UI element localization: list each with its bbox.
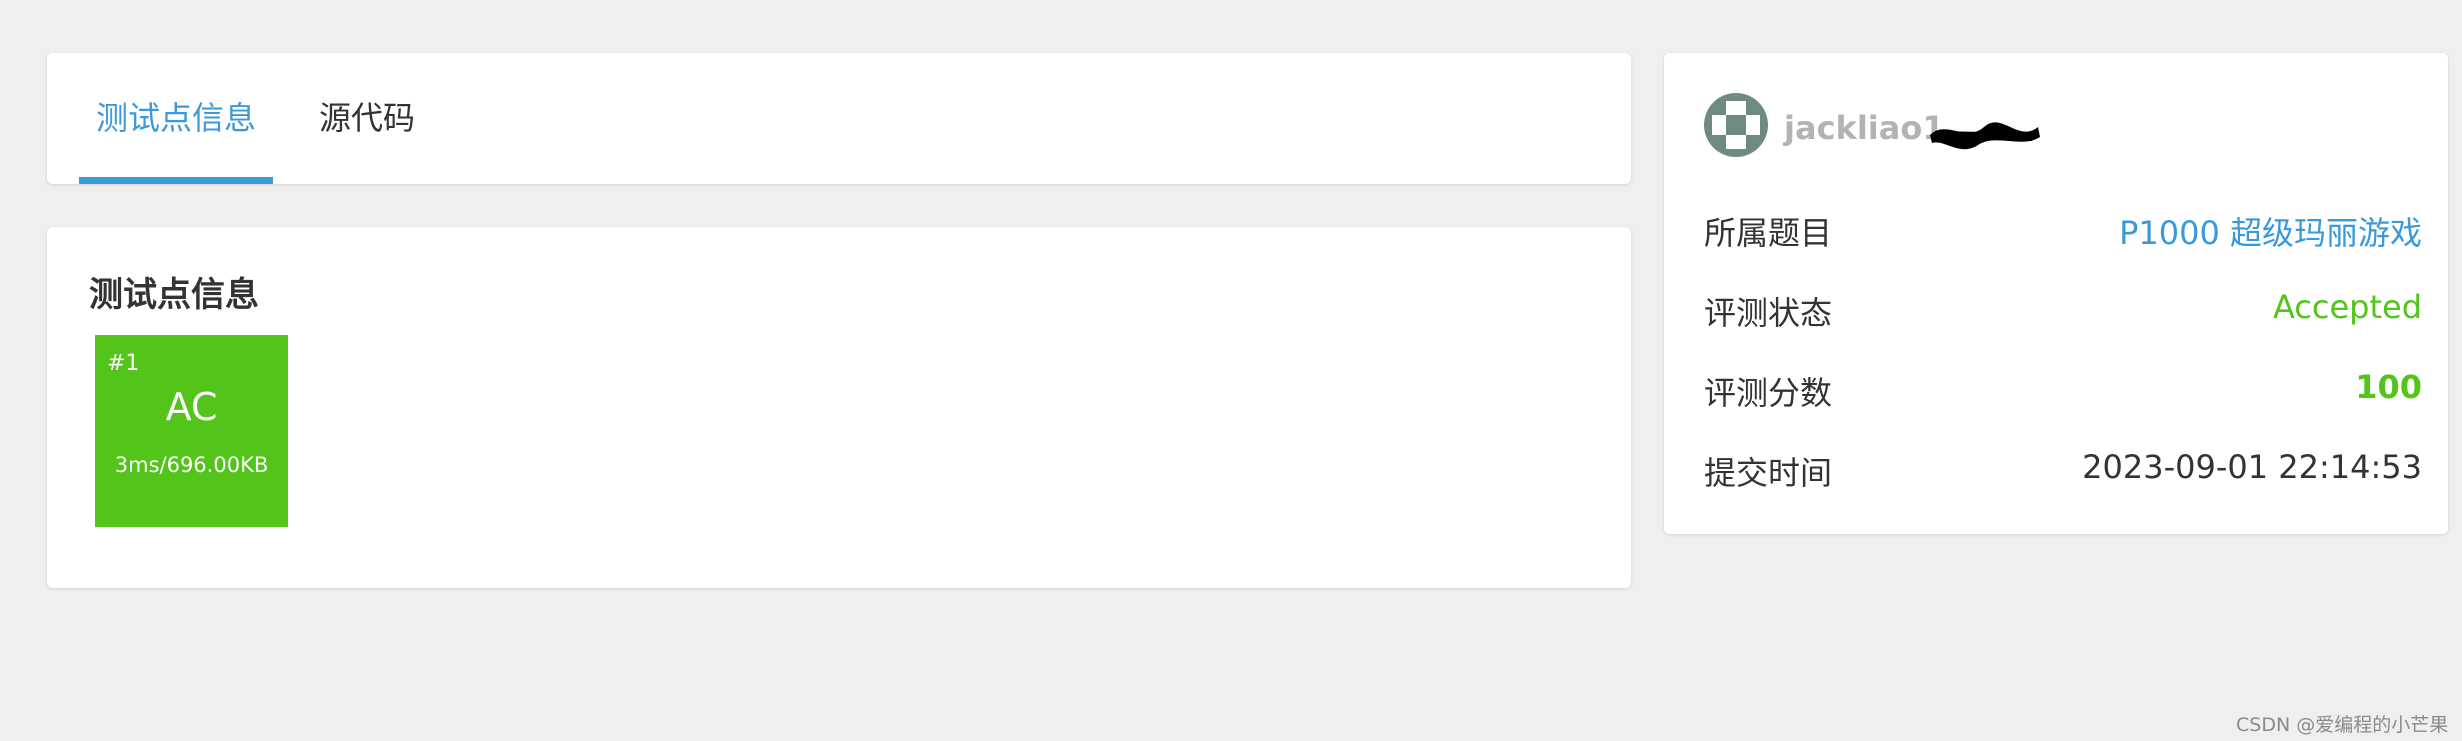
tab-test-cases-label: 测试点信息 (96, 99, 257, 137)
section-title: 测试点信息 (89, 275, 259, 315)
submit-time-label: 提交时间 (1704, 454, 1833, 492)
redaction-scribble (1930, 122, 2040, 150)
status-label: 评测状态 (1704, 294, 1833, 332)
info-row-status: 评测状态 Accepted (1704, 288, 2422, 338)
problem-label: 所属题目 (1704, 214, 1833, 252)
tab-bar: 测试点信息 源代码 (47, 53, 1631, 184)
active-tab-indicator (79, 177, 274, 184)
info-row-submit-time: 提交时间 2023-09-01 22:14:53 (1704, 448, 2422, 498)
info-row-score: 评测分数 100 (1704, 368, 2422, 418)
submission-info-panel: jackliao1 所属题目 P1000 超级玛丽游戏 评测状态 Accepte… (1664, 53, 2448, 534)
info-row-problem: 所属题目 P1000 超级玛丽游戏 (1704, 208, 2422, 258)
test-case-tile[interactable]: #1 AC 3ms/696.00KB (95, 335, 288, 527)
test-case-status: AC (165, 385, 218, 429)
tab-source-code[interactable]: 源代码 (319, 53, 415, 184)
test-case-time-memory: 3ms/696.00KB (114, 453, 269, 477)
user-avatar-icon[interactable] (1704, 93, 1768, 157)
watermark: CSDN @爱编程的小芒果 (2236, 714, 2449, 736)
score-value: 100 (2355, 368, 2422, 406)
tab-source-code-label: 源代码 (319, 99, 416, 137)
problem-link[interactable]: P1000 超级玛丽游戏 (2119, 208, 2422, 254)
status-value: Accepted (2272, 288, 2422, 326)
tab-test-cases[interactable]: 测试点信息 (79, 53, 274, 184)
submit-time-value: 2023-09-01 22:14:53 (2082, 448, 2422, 486)
score-label: 评测分数 (1704, 374, 1833, 412)
username-link[interactable]: jackliao1 (1784, 109, 1945, 147)
test-cases-panel: 测试点信息 #1 AC 3ms/696.00KB (47, 227, 1631, 588)
test-case-number: #1 (107, 351, 140, 376)
